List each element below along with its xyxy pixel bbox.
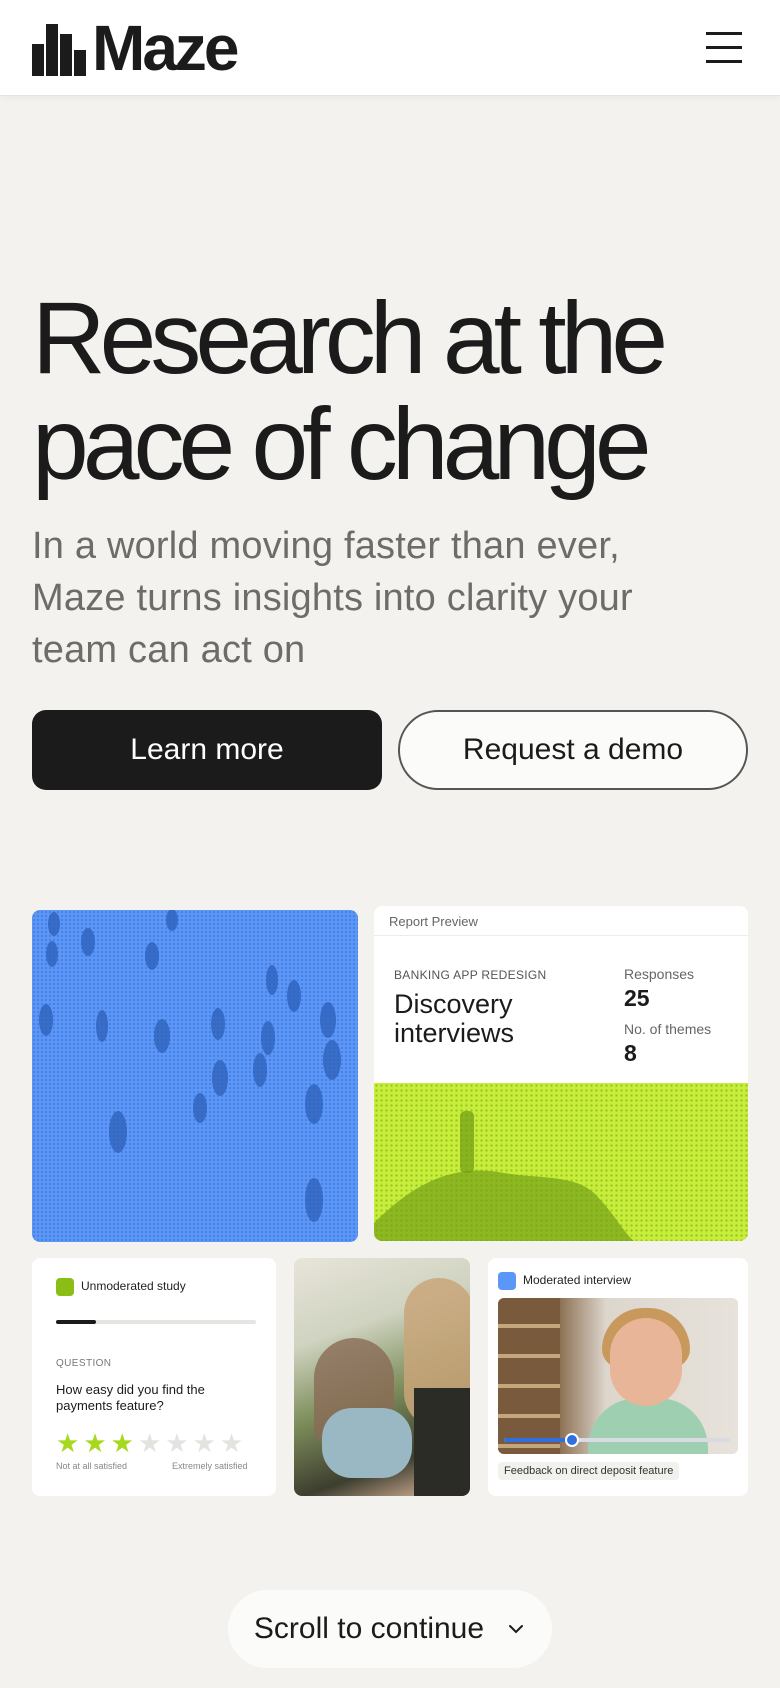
star-icon[interactable]: ★ bbox=[193, 1430, 216, 1456]
learn-more-button[interactable]: Learn more bbox=[32, 710, 382, 790]
site-header: Maze bbox=[0, 0, 780, 96]
interview-video[interactable] bbox=[498, 1298, 738, 1454]
study-title: Unmoderated study bbox=[81, 1279, 186, 1293]
hero-title: Research at the pace of change bbox=[32, 285, 752, 497]
chevron-down-icon bbox=[509, 1625, 524, 1634]
interview-caption: Feedback on direct deposit feature bbox=[498, 1462, 680, 1480]
moderated-interview-card[interactable]: Moderated interview Feedback on direct d… bbox=[488, 1258, 748, 1496]
report-hero-image bbox=[374, 1083, 748, 1241]
scroll-label: Scroll to continue bbox=[253, 1612, 485, 1645]
study-icon bbox=[56, 1278, 74, 1296]
hamburger-menu-icon bbox=[706, 32, 742, 35]
report-tag: BANKING APP REDESIGN bbox=[394, 968, 547, 982]
study-progress bbox=[56, 1320, 256, 1324]
report-title: Discovery interviews bbox=[394, 989, 515, 1048]
unmoderated-study-card[interactable]: Unmoderated study QUESTION How easy did … bbox=[32, 1258, 276, 1496]
hero-subtitle: In a world moving faster than ever, Maze… bbox=[32, 525, 633, 671]
responses-label: Responses bbox=[624, 966, 695, 982]
maze-logo-icon bbox=[32, 24, 86, 76]
interviewee-face bbox=[610, 1318, 682, 1406]
brand-logo[interactable]: Maze bbox=[32, 12, 239, 84]
moderated-title: Moderated interview bbox=[523, 1273, 632, 1287]
question-label: QUESTION bbox=[56, 1358, 112, 1369]
scale-high-label: Extremely satisfied bbox=[172, 1461, 248, 1471]
hill-figure-illustration bbox=[374, 1111, 634, 1241]
hero-title-line1: Research at the bbox=[32, 281, 668, 395]
star-icon[interactable]: ★ bbox=[165, 1430, 188, 1456]
themes-value: 8 bbox=[624, 1040, 637, 1066]
star-icon[interactable]: ★ bbox=[220, 1430, 243, 1456]
star-icon[interactable]: ★ bbox=[111, 1430, 134, 1456]
question-text: How easy did you find the payments featu… bbox=[56, 1382, 205, 1413]
star-icon[interactable]: ★ bbox=[138, 1430, 161, 1456]
video-scrubber-handle[interactable] bbox=[564, 1433, 579, 1447]
menu-button[interactable] bbox=[704, 28, 744, 68]
study-progress-fill bbox=[56, 1320, 96, 1324]
video-scrubber[interactable] bbox=[504, 1433, 730, 1447]
themes-label: No. of themes bbox=[624, 1021, 712, 1037]
participants-photo bbox=[294, 1258, 470, 1496]
report-preview-card[interactable]: Report Preview BANKING APP REDESIGN Disc… bbox=[374, 906, 748, 1241]
star-icon[interactable]: ★ bbox=[83, 1430, 106, 1456]
responses-value: 25 bbox=[624, 985, 650, 1011]
scale-low-label: Not at all satisfied bbox=[56, 1461, 128, 1471]
hero-title-line2: pace of change bbox=[32, 387, 652, 501]
star-rating[interactable]: ★ ★ ★ ★ ★ ★ ★ bbox=[56, 1430, 243, 1456]
report-header: Report Preview bbox=[374, 906, 748, 936]
scroll-to-continue-button[interactable]: Scroll to continue bbox=[228, 1590, 552, 1668]
people-silhouettes bbox=[39, 910, 341, 1222]
crowd-image bbox=[32, 910, 358, 1242]
bookshelf bbox=[498, 1298, 560, 1454]
brand-name: Maze bbox=[92, 12, 239, 84]
user-icon bbox=[498, 1272, 516, 1290]
star-icon[interactable]: ★ bbox=[56, 1430, 79, 1456]
video-progress-fill bbox=[504, 1438, 572, 1442]
request-demo-button[interactable]: Request a demo bbox=[398, 710, 748, 790]
